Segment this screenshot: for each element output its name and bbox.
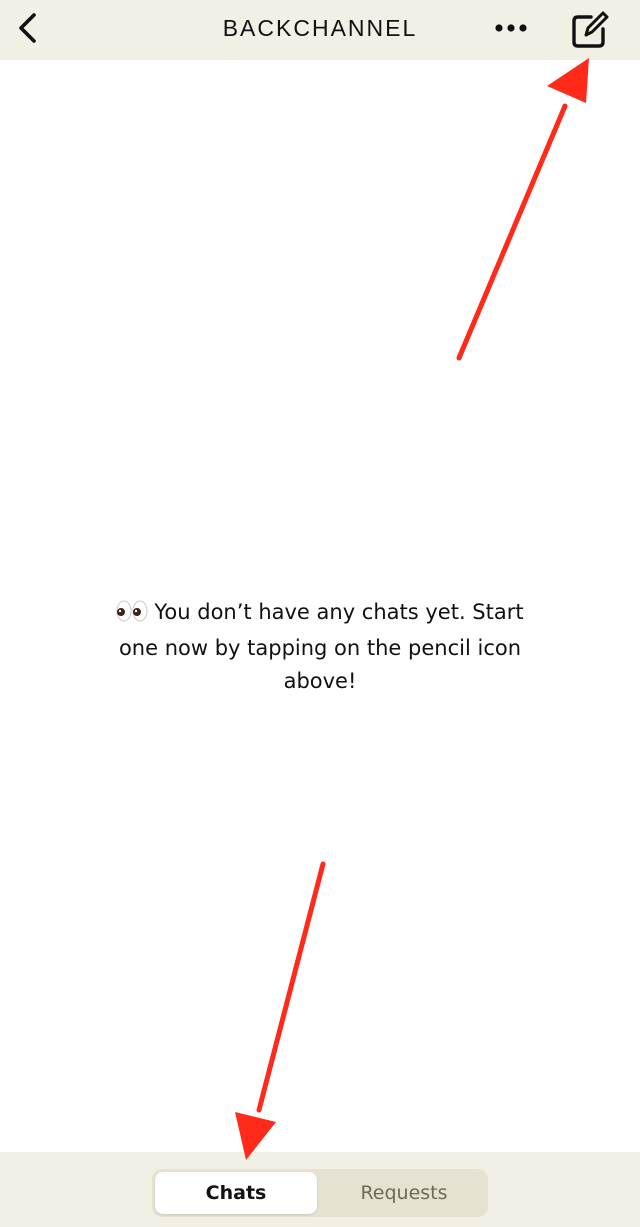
empty-state-message: You don’t have any chats yet. Start one … <box>100 596 540 698</box>
pencil-square-icon <box>572 11 609 48</box>
page-title: BACKCHANNEL <box>222 15 418 41</box>
tab-requests[interactable]: Requests <box>323 1172 485 1214</box>
arrow-to-chats-tab <box>235 861 326 1160</box>
back-button[interactable] <box>8 6 48 50</box>
tab-chats[interactable]: Chats <box>155 1172 317 1214</box>
backchannel-screen: BACKCHANNEL You don’t have any chats yet… <box>0 0 640 1227</box>
eyes-icon <box>116 599 148 632</box>
chevron-left-icon <box>19 13 36 43</box>
top-navigation-bar: BACKCHANNEL <box>0 0 640 60</box>
compose-button[interactable] <box>566 8 612 54</box>
more-options-button[interactable] <box>488 8 534 48</box>
ellipsis-icon <box>495 24 527 32</box>
arrow-to-compose-icon <box>456 58 589 361</box>
chats-requests-segmented-control: Chats Requests <box>152 1169 488 1217</box>
empty-state-text: You don’t have any chats yet. Start one … <box>118 600 524 693</box>
